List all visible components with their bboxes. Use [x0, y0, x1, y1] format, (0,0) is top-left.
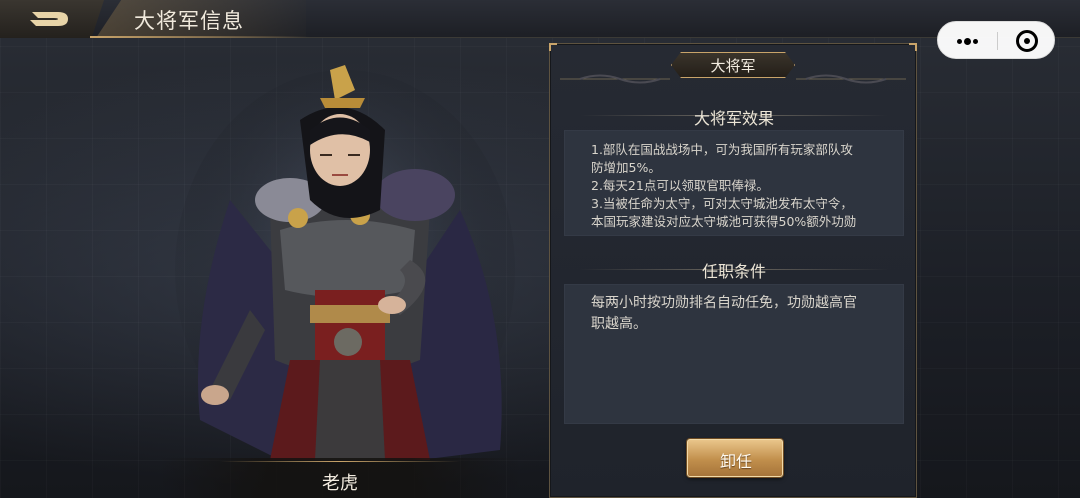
effect-line: 本国玩家建设对应太守城池可获得50%额外功勋: [591, 214, 857, 229]
effect-section-title: 大将军效果: [693, 109, 774, 128]
rank-title: 大将军: [710, 57, 756, 75]
condition-line: 职越高。: [591, 316, 647, 332]
condition-section-title: 任职条件: [701, 262, 766, 281]
back-button[interactable]: [0, 0, 104, 38]
target-dot: [1024, 38, 1030, 44]
general-name-bar: 老虎: [160, 458, 520, 498]
miniprogram-capsule: [937, 21, 1055, 59]
effect-text-box: 1.部队在国战战场中，可为我国所有玩家部队攻 防增加5%。 2.每天21点可以领…: [564, 130, 904, 236]
general-name: 老虎: [322, 473, 358, 494]
more-dots-icon: [957, 39, 962, 44]
close-miniprogram-button[interactable]: [998, 22, 1056, 60]
more-dots-icon-center: [964, 38, 971, 45]
general-info-panel: 大将军 大将军效果 1.部队在国战战场中，可为我国所有玩家部队攻 防增加5%。 …: [549, 43, 917, 498]
background-map-pattern: [0, 0, 1080, 498]
effect-line: 防增加5%。: [591, 160, 661, 175]
resign-button-label: 卸任: [719, 452, 752, 471]
name-bar-line: [220, 461, 460, 462]
panel-corner: [909, 43, 917, 51]
effect-line: 3.当被任命为太守，可对太守城池发布太守令，: [591, 196, 853, 211]
effect-line: 2.每天21点可以领取官职俸禄。: [591, 178, 769, 193]
general-portrait: [175, 65, 515, 460]
more-dots-icon-right: [973, 39, 978, 44]
back-arrow-icon: [30, 12, 68, 26]
resign-button[interactable]: 卸任: [687, 439, 783, 477]
condition-text-box: 每两小时按功勋排名自动任免，功勋越高官 职越高。: [564, 284, 904, 424]
condition-line: 每两小时按功勋排名自动任免，功勋越高官: [591, 295, 857, 311]
page-title: 大将军信息: [134, 9, 244, 33]
top-bar: 大将军信息: [0, 0, 1080, 38]
effect-line: 1.部队在国战战场中，可为我国所有玩家部队攻: [591, 142, 853, 157]
title-underline: [90, 36, 310, 38]
more-menu-button[interactable]: [938, 22, 996, 60]
panel-corner: [549, 43, 557, 51]
